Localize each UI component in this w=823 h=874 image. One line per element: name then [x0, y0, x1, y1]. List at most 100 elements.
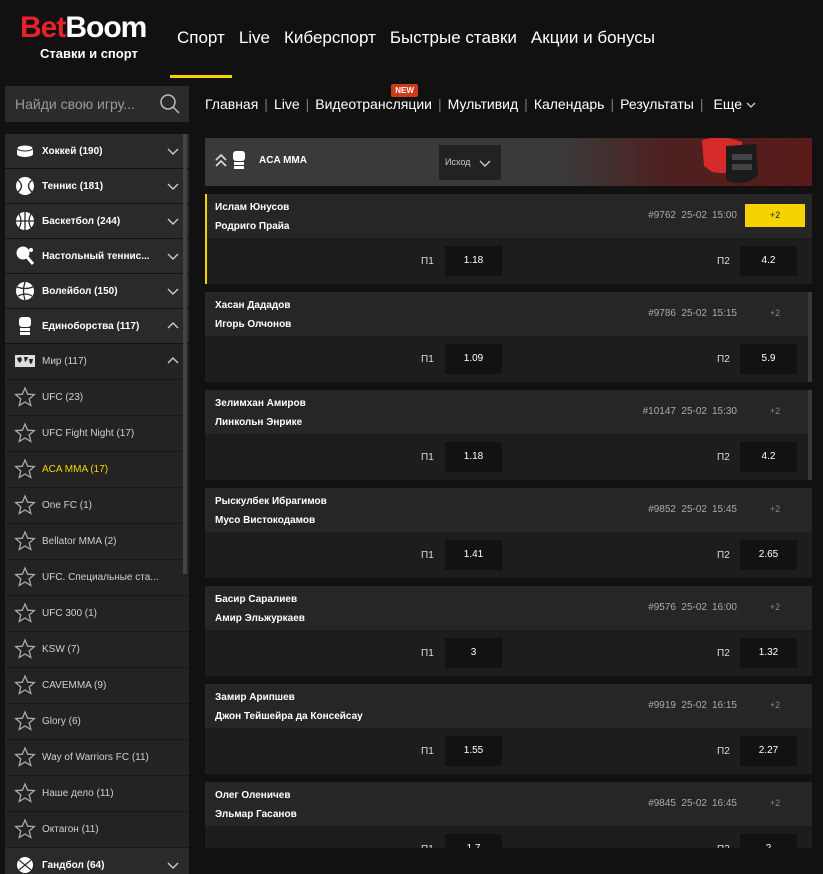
more-markets-button[interactable]: +2: [745, 302, 805, 325]
event-card[interactable]: Ислам Юнусов Родриго Прайа #9762 25-02 1…: [205, 194, 812, 284]
event-time: 16:45: [711, 798, 737, 809]
odd-button-p1[interactable]: 1.18: [445, 442, 502, 472]
sidebar-item-tennis[interactable]: Теннис (181): [5, 169, 189, 204]
star-icon[interactable]: [14, 422, 36, 444]
star-icon[interactable]: [14, 710, 36, 732]
event-id: #9845: [648, 798, 676, 809]
odd-button-p1[interactable]: 1.09: [445, 344, 502, 374]
odd-button-p1[interactable]: 1.55: [445, 736, 502, 766]
star-icon[interactable]: [14, 782, 36, 804]
sidebar-item-league[interactable]: Октагон (11): [5, 812, 189, 848]
odd-button-p2[interactable]: 5.9: [740, 344, 797, 374]
event-card[interactable]: Зелимхан Амиров Линкольн Энрике #10147 2…: [205, 390, 812, 480]
nav-sport[interactable]: Спорт: [170, 0, 232, 78]
sidebar-item-handball[interactable]: Гандбол (64): [5, 848, 189, 874]
star-icon[interactable]: [14, 458, 36, 480]
subnav-home[interactable]: Главная: [205, 96, 258, 112]
sidebar-item-label: Bellator MMA (2): [42, 536, 117, 547]
event-card[interactable]: Рыскулбек Ибрагимов Мусо Вистокодамов #9…: [205, 488, 812, 578]
sidebar-item-label: Октагон (11): [42, 824, 99, 835]
subnav-calendar[interactable]: Календарь: [534, 96, 605, 112]
star-icon[interactable]: [14, 674, 36, 696]
search-input[interactable]: Найди свою игру...: [5, 86, 189, 122]
odd-button-p1[interactable]: 1.18: [445, 246, 502, 276]
search-icon[interactable]: [159, 93, 181, 115]
subnav-streams[interactable]: Видеотрансляции NEW: [315, 84, 432, 112]
odd-button-p1[interactable]: 3: [445, 638, 502, 668]
subnav-multiview[interactable]: Мультивид: [448, 96, 519, 112]
event-card[interactable]: Замир Арипшев Джон Тейшейра да Консейсау…: [205, 684, 812, 774]
more-markets-button[interactable]: +2: [745, 498, 805, 521]
brand-wordmark: BetBoom: [20, 12, 160, 44]
chevron-down-icon: [167, 253, 179, 260]
odd-button-p1[interactable]: 1.41: [445, 540, 502, 570]
sidebar-item-league[interactable]: UFC 300 (1): [5, 596, 189, 632]
sidebar-item-league[interactable]: Bellator MMA (2): [5, 524, 189, 560]
brand-logo[interactable]: BetBoom Ставки и спорт: [20, 12, 160, 64]
more-markets-button[interactable]: +2: [745, 596, 805, 619]
odd-button-p2[interactable]: 2.65: [740, 540, 797, 570]
event-id: #9852: [648, 504, 676, 515]
sidebar-item-league[interactable]: Glory (6): [5, 704, 189, 740]
star-icon[interactable]: [14, 566, 36, 588]
event-team-2: Игорь Олчонов: [215, 319, 292, 330]
star-icon[interactable]: [14, 746, 36, 768]
subnav-results[interactable]: Результаты: [620, 96, 694, 112]
more-markets-button[interactable]: +2: [745, 204, 805, 227]
sidebar-item-league[interactable]: UFC Fight Night (17): [5, 416, 189, 452]
sidebar-item-league[interactable]: One FC (1): [5, 488, 189, 524]
sidebar-item-table-tennis[interactable]: Настольный теннис...: [5, 239, 189, 274]
odd-label-p2: П2: [717, 256, 730, 267]
subnav-more[interactable]: Еще: [714, 96, 756, 112]
odd-button-p2[interactable]: 4.2: [740, 442, 797, 472]
sidebar-item-league[interactable]: KSW (7): [5, 632, 189, 668]
event-id: #9919: [648, 700, 676, 711]
chevron-down-icon: [746, 102, 756, 108]
odd-button-p1[interactable]: 1.7: [445, 834, 502, 848]
subnav-live[interactable]: Live: [274, 96, 300, 112]
sidebar-scrollbar[interactable]: [183, 134, 187, 574]
subnav-divider: |: [264, 96, 268, 112]
star-icon[interactable]: [14, 530, 36, 552]
sidebar-item-league[interactable]: UFC. Специальные ста...: [5, 560, 189, 596]
chevron-down-icon: [167, 288, 179, 295]
event-scrollbar: [808, 292, 812, 382]
star-icon[interactable]: [14, 638, 36, 660]
odd-button-p2[interactable]: 1.32: [740, 638, 797, 668]
sidebar-item-region-world[interactable]: Мир (117): [5, 344, 189, 380]
odd-button-p2[interactable]: 2.27: [740, 736, 797, 766]
event-card[interactable]: Олег Оленичев Эльмар Гасанов #9845 25-02…: [205, 782, 812, 848]
top-bar: BetBoom Ставки и спорт Спорт Live Киберс…: [0, 0, 823, 80]
sidebar-item-league[interactable]: CAVEMMA (9): [5, 668, 189, 704]
subnav-streams-label: Видеотрансляции: [315, 96, 432, 112]
event-card[interactable]: Хасан Дададов Игорь Олчонов #9786 25-02 …: [205, 292, 812, 382]
sidebar-item-martial-arts[interactable]: Единоборства (117): [5, 309, 189, 344]
odd-button-p2[interactable]: 2: [740, 834, 797, 848]
star-icon[interactable]: [14, 386, 36, 408]
more-markets-button[interactable]: +2: [745, 400, 805, 423]
nav-promotions[interactable]: Акции и бонусы: [524, 0, 662, 76]
event-card[interactable]: Басир Саралиев Амир Эльжуркаев #9576 25-…: [205, 586, 812, 676]
sidebar-item-volleyball[interactable]: Волейбол (150): [5, 274, 189, 309]
star-icon[interactable]: [14, 494, 36, 516]
star-icon[interactable]: [14, 602, 36, 624]
collapse-icon[interactable]: [215, 154, 227, 168]
sidebar-item-label: Хоккей (190): [42, 145, 103, 157]
sidebar-item-hockey[interactable]: Хоккей (190): [5, 134, 189, 169]
more-markets-button[interactable]: +2: [745, 792, 805, 815]
sidebar-item-league[interactable]: Way of Warriors FC (11): [5, 740, 189, 776]
subnav-divider: |: [437, 96, 442, 112]
brand-tagline: Ставки и спорт: [40, 46, 138, 61]
nav-esports[interactable]: Киберспорт: [277, 0, 383, 76]
sidebar-item-league[interactable]: UFC (23): [5, 380, 189, 416]
sidebar-item-basketball[interactable]: Баскетбол (244): [5, 204, 189, 239]
sidebar-item-league-active[interactable]: ACA MMA (17): [5, 452, 189, 488]
nav-fast-bets[interactable]: Быстрые ставки: [383, 0, 524, 76]
sidebar-item-label: Баскетбол (244): [42, 215, 121, 227]
star-icon[interactable]: [14, 818, 36, 840]
outcome-select[interactable]: Исход: [439, 145, 501, 180]
sidebar-item-league[interactable]: Наше дело (11): [5, 776, 189, 812]
more-markets-button[interactable]: +2: [745, 694, 805, 717]
nav-live[interactable]: Live: [232, 0, 277, 76]
odd-button-p2[interactable]: 4.2: [740, 246, 797, 276]
